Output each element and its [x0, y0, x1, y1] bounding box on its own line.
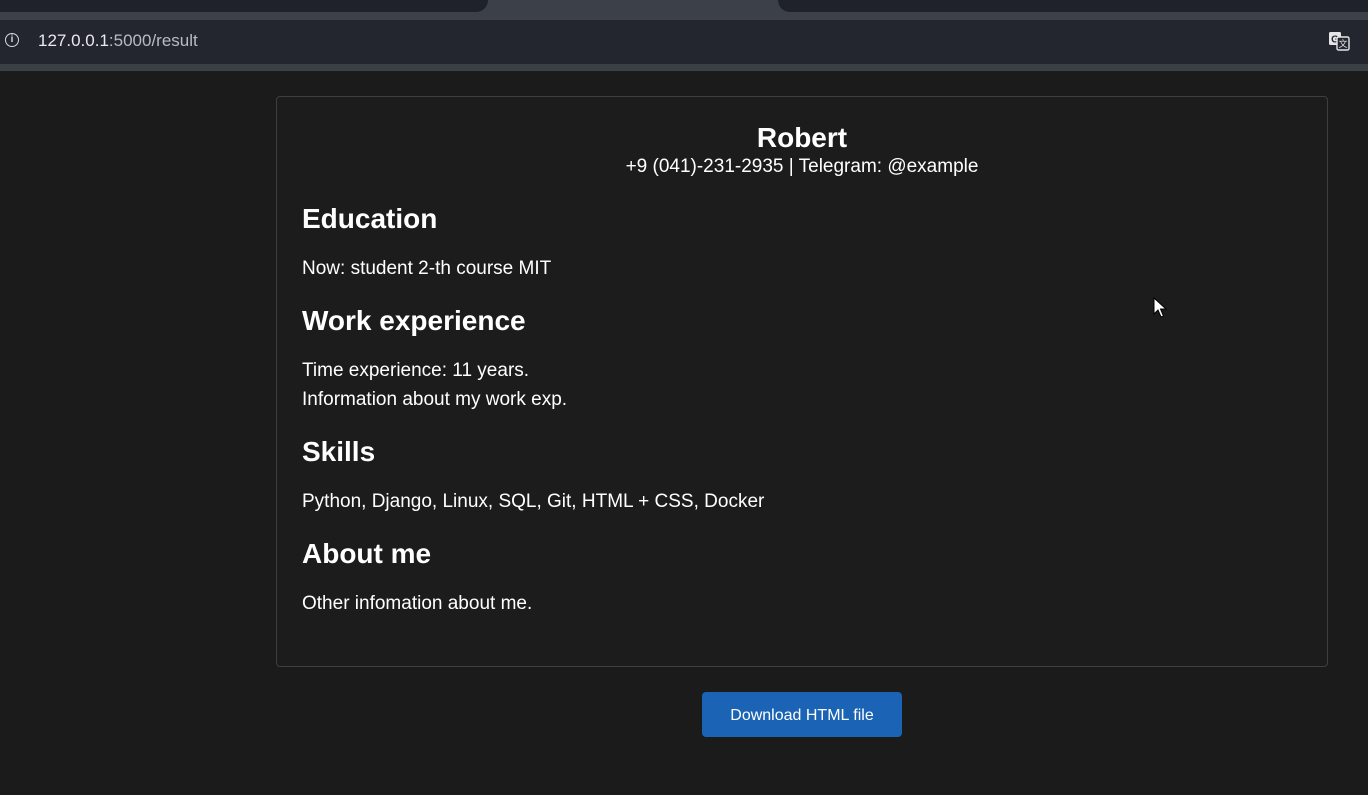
- inactive-tab-right[interactable]: [778, 0, 1368, 12]
- inactive-tab-left[interactable]: [0, 0, 488, 12]
- work-experience-line-1: Time experience: 11 years.: [302, 360, 530, 381]
- section-heading-about-me: About me: [302, 538, 432, 569]
- toolbar-divider: [0, 64, 1368, 71]
- about-me-line: Other infomation about me.: [302, 593, 533, 614]
- resume-name: Robert: [756, 122, 848, 153]
- translate-icon[interactable]: G 文: [1328, 31, 1350, 51]
- resume-card: Robert +9 (041)-231-2935 | Telegram: @ex…: [276, 96, 1328, 667]
- browser-toolbar: [0, 20, 1368, 64]
- download-html-button[interactable]: Download HTML file: [702, 692, 902, 737]
- work-experience-line-2: Information about my work exp.: [302, 389, 568, 410]
- resume-contact: +9 (041)-231-2935 | Telegram: @example: [625, 156, 979, 177]
- url-host: 127.0.0.1: [38, 31, 109, 50]
- url-path: :5000/result: [108, 31, 198, 50]
- section-heading-skills: Skills: [302, 436, 376, 467]
- info-icon[interactable]: i: [5, 33, 19, 47]
- section-heading-education: Education: [302, 203, 438, 234]
- url-text[interactable]: 127.0.0.1:5000/result: [38, 31, 198, 51]
- skills-line: Python, Django, Linux, SQL, Git, HTML + …: [302, 491, 765, 512]
- section-heading-work-experience: Work experience: [302, 305, 526, 336]
- education-line: Now: student 2-th course MIT: [302, 258, 552, 279]
- svg-text:文: 文: [1338, 38, 1347, 50]
- mouse-cursor-icon: [1153, 297, 1167, 318]
- address-bar[interactable]: [0, 22, 1368, 60]
- tab-strip: [0, 0, 1368, 20]
